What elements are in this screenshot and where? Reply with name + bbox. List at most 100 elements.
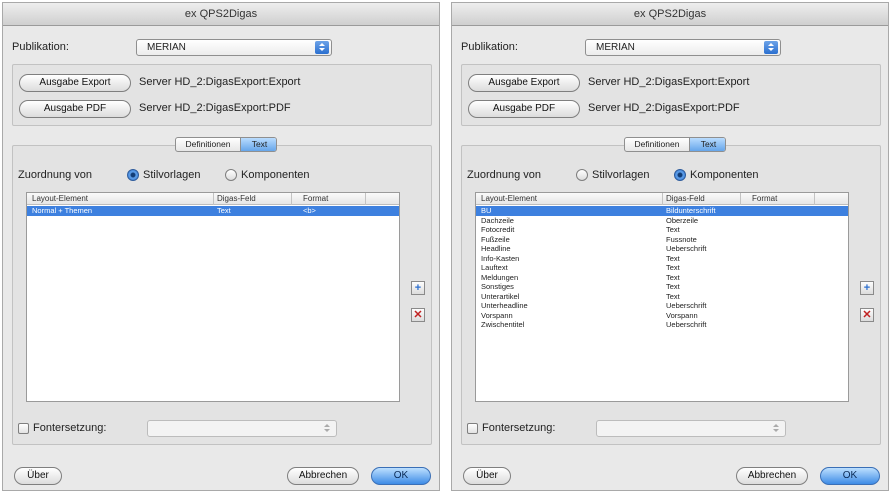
table-row[interactable]: Unterheadline Ueberschrift (476, 301, 848, 311)
cell-feld: Text (666, 272, 680, 282)
komponenten-radio[interactable] (225, 169, 237, 181)
add-row-button[interactable]: + (411, 281, 425, 295)
dialog-window: ex QPS2Digas Publikation: MERIAN Ausgabe… (2, 2, 440, 491)
table-row[interactable]: Meldungen Text (476, 273, 848, 283)
table-row[interactable]: Dachzeile Oberzeile (476, 216, 848, 226)
stilvorlagen-radio[interactable] (576, 169, 588, 181)
tab-bar: Definitionen Text (624, 137, 726, 152)
cell-element: Normal + Themen (32, 206, 93, 215)
publikation-value: MERIAN (147, 42, 186, 53)
cell-element: Headline (481, 244, 511, 253)
table-header: Layout-Element Digas-Feld Format (27, 193, 399, 205)
popup-arrows-icon (315, 41, 329, 54)
stilvorlagen-label: Stilvorlagen (592, 169, 650, 181)
remove-row-button[interactable]: ✕ (411, 308, 425, 322)
fontersetzung-label: Fontersetzung: (482, 422, 556, 434)
abbrechen-button[interactable]: Abbrechen (287, 467, 359, 485)
ausgabe-pdf-button[interactable]: Ausgabe PDF (468, 100, 580, 118)
column-header: Format (752, 194, 778, 203)
x-icon: ✕ (862, 309, 872, 321)
fontersetzung-checkbox[interactable] (18, 423, 29, 434)
tab-text[interactable]: Text (240, 138, 276, 151)
export-path: Server HD_2:DigasExport:Export (588, 76, 750, 88)
add-row-button[interactable]: + (860, 281, 874, 295)
table-body: BU Bildunterschrift Dachzeile Oberzeile … (476, 206, 848, 330)
table-row[interactable]: Vorspann Vorspann (476, 311, 848, 321)
publikation-label: Publikation: (12, 41, 69, 53)
cell-feld: Text (666, 282, 680, 291)
publikation-value: MERIAN (596, 42, 635, 53)
dialog-window: ex QPS2Digas Publikation: MERIAN Ausgabe… (451, 2, 889, 491)
cell-element: Fußzeile (481, 234, 510, 244)
table-row[interactable]: Info-Kasten Text (476, 254, 848, 264)
cell-element: Unterartikel (481, 291, 520, 301)
stilvorlagen-radio[interactable] (127, 169, 139, 181)
fontersetzung-select[interactable] (147, 420, 337, 437)
cell-format: <b> (303, 206, 316, 215)
tab-definitionen[interactable]: Definitionen (176, 138, 240, 151)
table-row[interactable]: Unterartikel Text (476, 292, 848, 302)
fontersetzung-label: Fontersetzung: (33, 422, 107, 434)
ausgabe-export-button[interactable]: Ausgabe Export (468, 74, 580, 92)
text-group: Zuordnung von Stilvorlagen Komponenten L… (12, 145, 432, 445)
plus-icon: + (414, 282, 422, 294)
table-row[interactable]: Zwischentitel Ueberschrift (476, 320, 848, 330)
popup-arrows-icon (764, 41, 778, 54)
cell-element: Sonstiges (481, 282, 514, 291)
tab-definitionen[interactable]: Definitionen (625, 138, 689, 151)
cell-feld: Ueberschrift (666, 301, 707, 310)
mapping-table[interactable]: Layout-Element Digas-Feld Format BU Bild… (475, 192, 849, 402)
cell-element: Unterheadline (481, 301, 528, 310)
table-body: Normal + Themen Text <b> (27, 206, 399, 216)
ueber-button[interactable]: Über (14, 467, 62, 485)
mapping-table[interactable]: Layout-Element Digas-Feld Format Normal … (26, 192, 400, 402)
publikation-select[interactable]: MERIAN (136, 39, 332, 56)
publikation-label: Publikation: (461, 41, 518, 53)
ok-button[interactable]: OK (371, 467, 431, 485)
cell-feld: Ueberschrift (666, 244, 707, 253)
cell-feld: Ueberschrift (666, 320, 707, 329)
table-row[interactable]: Fußzeile Fussnote (476, 235, 848, 245)
abbrechen-button[interactable]: Abbrechen (736, 467, 808, 485)
table-row[interactable]: Headline Ueberschrift (476, 244, 848, 254)
cell-feld: Vorspann (666, 310, 698, 320)
table-row[interactable]: Normal + Themen Text <b> (27, 206, 399, 216)
fontersetzung-select[interactable] (596, 420, 786, 437)
table-row[interactable]: Sonstiges Text (476, 282, 848, 292)
table-row[interactable]: Lauftext Text (476, 263, 848, 273)
zuordnung-label: Zuordnung von (467, 169, 541, 181)
ausgabe-pdf-button[interactable]: Ausgabe PDF (19, 100, 131, 118)
remove-row-button[interactable]: ✕ (860, 308, 874, 322)
stilvorlagen-label: Stilvorlagen (143, 169, 201, 181)
column-header: Layout-Element (481, 194, 538, 203)
publikation-select[interactable]: MERIAN (585, 39, 781, 56)
column-header: Digas-Feld (217, 194, 256, 203)
popup-arrows-icon (320, 422, 334, 435)
column-header: Digas-Feld (666, 194, 705, 203)
window-title: ex QPS2Digas (3, 3, 439, 26)
cell-feld: Fussnote (666, 234, 697, 244)
column-header: Layout-Element (32, 194, 89, 203)
komponenten-radio[interactable] (674, 169, 686, 181)
cell-element: BU (481, 206, 492, 215)
popup-arrows-icon (769, 422, 783, 435)
cell-feld: Text (666, 225, 680, 234)
fontersetzung-checkbox[interactable] (467, 423, 478, 434)
cell-feld: Oberzeile (666, 215, 699, 225)
ausgabe-export-button[interactable]: Ausgabe Export (19, 74, 131, 92)
cell-feld: Text (666, 291, 680, 301)
komponenten-label: Komponenten (241, 169, 310, 181)
table-row[interactable]: BU Bildunterschrift (476, 206, 848, 216)
text-group: Zuordnung von Stilvorlagen Komponenten L… (461, 145, 881, 445)
ok-button[interactable]: OK (820, 467, 880, 485)
cell-feld: Text (666, 263, 680, 272)
ueber-button[interactable]: Über (463, 467, 511, 485)
cell-element: Fotocredit (481, 225, 515, 234)
cell-element: Info-Kasten (481, 253, 520, 263)
window-title: ex QPS2Digas (452, 3, 888, 26)
zuordnung-label: Zuordnung von (18, 169, 92, 181)
x-icon: ✕ (413, 309, 423, 321)
pdf-path: Server HD_2:DigasExport:PDF (139, 102, 291, 114)
table-row[interactable]: Fotocredit Text (476, 225, 848, 235)
tab-text[interactable]: Text (689, 138, 725, 151)
